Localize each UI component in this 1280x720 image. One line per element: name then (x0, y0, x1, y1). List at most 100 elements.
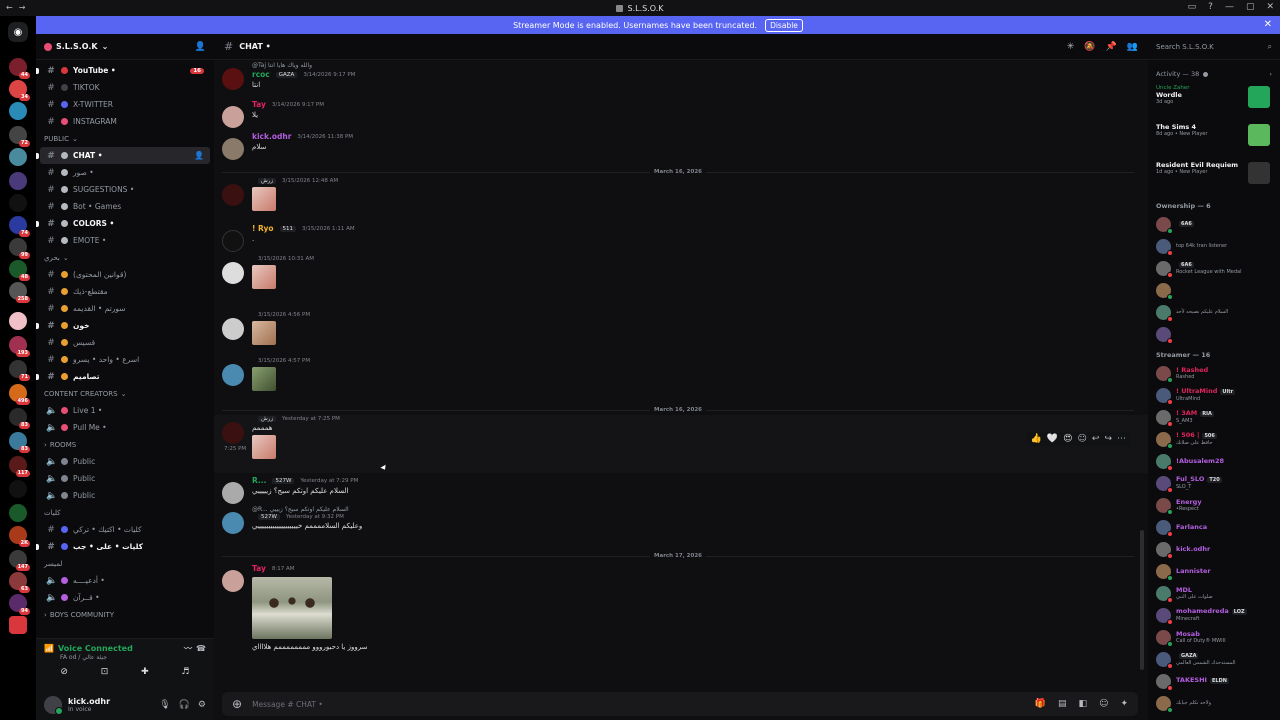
member-item[interactable]: ولاحد تكلم جيابك (1148, 692, 1280, 714)
forward-arrow-icon[interactable]: → (19, 3, 26, 12)
server-icon[interactable]: 44 (9, 58, 30, 79)
category-k[interactable]: كليات (36, 504, 214, 521)
add-reaction-icon[interactable]: ☺ (1078, 434, 1087, 444)
disconnect-icon[interactable]: ☎ (196, 644, 206, 653)
member-item[interactable]: GAZA المستدحدك الشمس العالمي (1148, 648, 1280, 670)
member-item[interactable]: Farlanca (1148, 516, 1280, 538)
image-attachment[interactable] (252, 187, 276, 211)
add-member-icon[interactable]: 👤 (195, 42, 206, 52)
more-icon[interactable]: ⋯ (1117, 434, 1126, 444)
channel-item[interactable]: # خون (36, 317, 210, 334)
add-attachment-icon[interactable]: ⊕ (232, 697, 242, 711)
message[interactable]: 3/15/2026 4:57 PM (222, 358, 1132, 391)
server-icon[interactable]: 193 (9, 336, 30, 357)
channel-item[interactable]: # INSTAGRAM (40, 113, 210, 130)
maximize-button[interactable]: ▢ (1246, 2, 1255, 12)
channel-item[interactable]: # اسرع • واحد • يسرو (40, 351, 210, 368)
message-author[interactable]: ! Ryo (252, 224, 274, 233)
channel-item[interactable]: # (قوانين المحتوى) (40, 266, 210, 283)
avatar[interactable] (44, 696, 63, 715)
minimize-button[interactable]: — (1225, 2, 1234, 12)
activity-card[interactable]: Uncle Zaher Wordle 3d ago (1148, 82, 1280, 120)
sticker-icon[interactable]: ◧ (1079, 699, 1088, 709)
search-input[interactable]: Search S.L.S.O.K (1156, 43, 1214, 51)
message-input[interactable]: Message # CHAT • (252, 700, 323, 709)
heart-icon[interactable]: 🤍 (1047, 434, 1058, 444)
member-item[interactable]: السلام عليكم نصيحه لأحد (1148, 301, 1280, 323)
avatar[interactable] (222, 364, 244, 386)
chat-scrollbar[interactable] (1140, 530, 1144, 670)
server-icon[interactable] (9, 504, 27, 522)
message[interactable]: R... 527W Yesterday at 7:29 PM السلام عل… (222, 476, 1132, 504)
image-attachment[interactable] (252, 321, 276, 345)
avatar[interactable] (222, 262, 244, 284)
noise-icon[interactable]: 〰 (184, 643, 192, 654)
activity-header[interactable]: Activity — 38 › (1148, 60, 1280, 82)
inbox-icon[interactable]: ▭ (1188, 2, 1197, 12)
message[interactable]: زرش Yesterday at 7:25 PM همممم (222, 416, 1132, 459)
reply-reference[interactable]: @Taj والله وياك هايا انتا (252, 62, 1132, 70)
server-icon[interactable] (9, 148, 27, 166)
member-item[interactable]: ! Rashed Rashed (1148, 362, 1280, 384)
category-l[interactable]: لميسر (36, 555, 214, 572)
close-icon[interactable]: ✕ (1264, 19, 1272, 30)
channel-item[interactable]: # COLORS • (36, 215, 210, 232)
server-icon[interactable]: 83 (9, 432, 30, 453)
channel-item[interactable]: 🔈 Public (40, 453, 210, 470)
server-icon[interactable] (9, 312, 27, 330)
channel-item[interactable]: # صور • (40, 164, 210, 181)
channel-item[interactable]: # CHAT • 👤 (36, 147, 210, 164)
channel-item[interactable]: # X-TWITTER (40, 96, 210, 113)
server-icon[interactable]: 147 (9, 550, 30, 571)
member-item[interactable]: top 64k tran listener (1148, 235, 1280, 257)
message[interactable]: ! Ryo 511 3/15/2026 1:11 AM . (222, 224, 1132, 252)
apps-icon[interactable]: ✦ (1120, 699, 1128, 709)
message-author[interactable]: Tay (252, 564, 266, 573)
member-item[interactable]: ! UltraMind Ultr UltraMind (1148, 384, 1280, 406)
member-item[interactable] (1148, 323, 1280, 345)
image-attachment[interactable] (252, 367, 276, 391)
channel-item[interactable]: # كليات • على • جب (36, 538, 210, 555)
channel-item[interactable]: # مقتطع-ذيك (40, 283, 210, 300)
notification-icon[interactable]: 🔕 (1084, 42, 1095, 52)
server-icon[interactable] (9, 194, 27, 212)
invite-icon[interactable]: 👤 (194, 151, 204, 160)
gift-icon[interactable]: 🎁 (1035, 699, 1046, 709)
channel-item[interactable]: 🔈 Public (40, 470, 210, 487)
message[interactable]: Tay 3/14/2026 9:17 PM يلا (222, 100, 1132, 128)
gear-icon[interactable]: ⚙ (198, 700, 206, 710)
search-box[interactable]: Search S.L.S.O.K ⌕ (1148, 34, 1280, 60)
help-icon[interactable]: ? (1208, 2, 1213, 12)
members-icon[interactable]: 👥 (1127, 42, 1138, 52)
thumbs-up-icon[interactable]: 👍 (1031, 434, 1042, 444)
category-creators[interactable]: CONTENT CREATORS ⌄ (36, 385, 214, 402)
image-attachment[interactable] (252, 435, 276, 459)
new-server-icon[interactable] (9, 616, 27, 634)
reply-icon[interactable]: ↩ (1092, 434, 1100, 444)
channel-item[interactable]: # Bot • Games (40, 198, 210, 215)
avatar[interactable] (222, 138, 244, 160)
message[interactable]: @R... السلام عليكم اوتكم سيج؟ زيييي 527W… (222, 506, 1132, 534)
threads-icon[interactable]: ✳ (1067, 42, 1075, 52)
channel-item[interactable]: # تصاميم (36, 368, 210, 385)
voice-channel-name[interactable]: FA od / جيئة عالي (44, 654, 206, 661)
channel-item[interactable]: # قسيس (40, 334, 210, 351)
camera-icon[interactable]: ⊘ (60, 667, 68, 677)
server-icon[interactable]: 94 (9, 594, 30, 615)
member-item[interactable]: Ful_SLO T20 SLO_T (1148, 472, 1280, 494)
category-boys[interactable]: › Boys Community (36, 606, 214, 623)
pin-icon[interactable]: 📌 (1106, 42, 1117, 52)
member-item[interactable]: Mosab Call of Duty® MWIII (1148, 626, 1280, 648)
server-icon[interactable]: 74 (9, 216, 30, 237)
message[interactable]: kick.odhr 3/14/2026 11:38 PM سلام (222, 132, 1132, 160)
soundboard-icon[interactable]: ♬ (181, 667, 189, 677)
server-icon[interactable]: 83 (9, 408, 30, 429)
server-icon[interactable]: 48 (9, 260, 30, 281)
emoji-icon[interactable]: ☺ (1099, 699, 1108, 709)
channel-item[interactable]: # TIKTOK (40, 79, 210, 96)
composer-box[interactable]: ⊕ Message # CHAT • 🎁 ▤ ◧ ☺ ✦ (222, 692, 1138, 716)
disable-button[interactable]: Disable (765, 18, 803, 32)
guild-header[interactable]: S.L.S.O.K ⌄ 👤 (36, 34, 214, 60)
forward-icon[interactable]: ↪ (1104, 434, 1112, 444)
member-item[interactable]: ! 506 | 506 حافظ على صلاتك (1148, 428, 1280, 450)
